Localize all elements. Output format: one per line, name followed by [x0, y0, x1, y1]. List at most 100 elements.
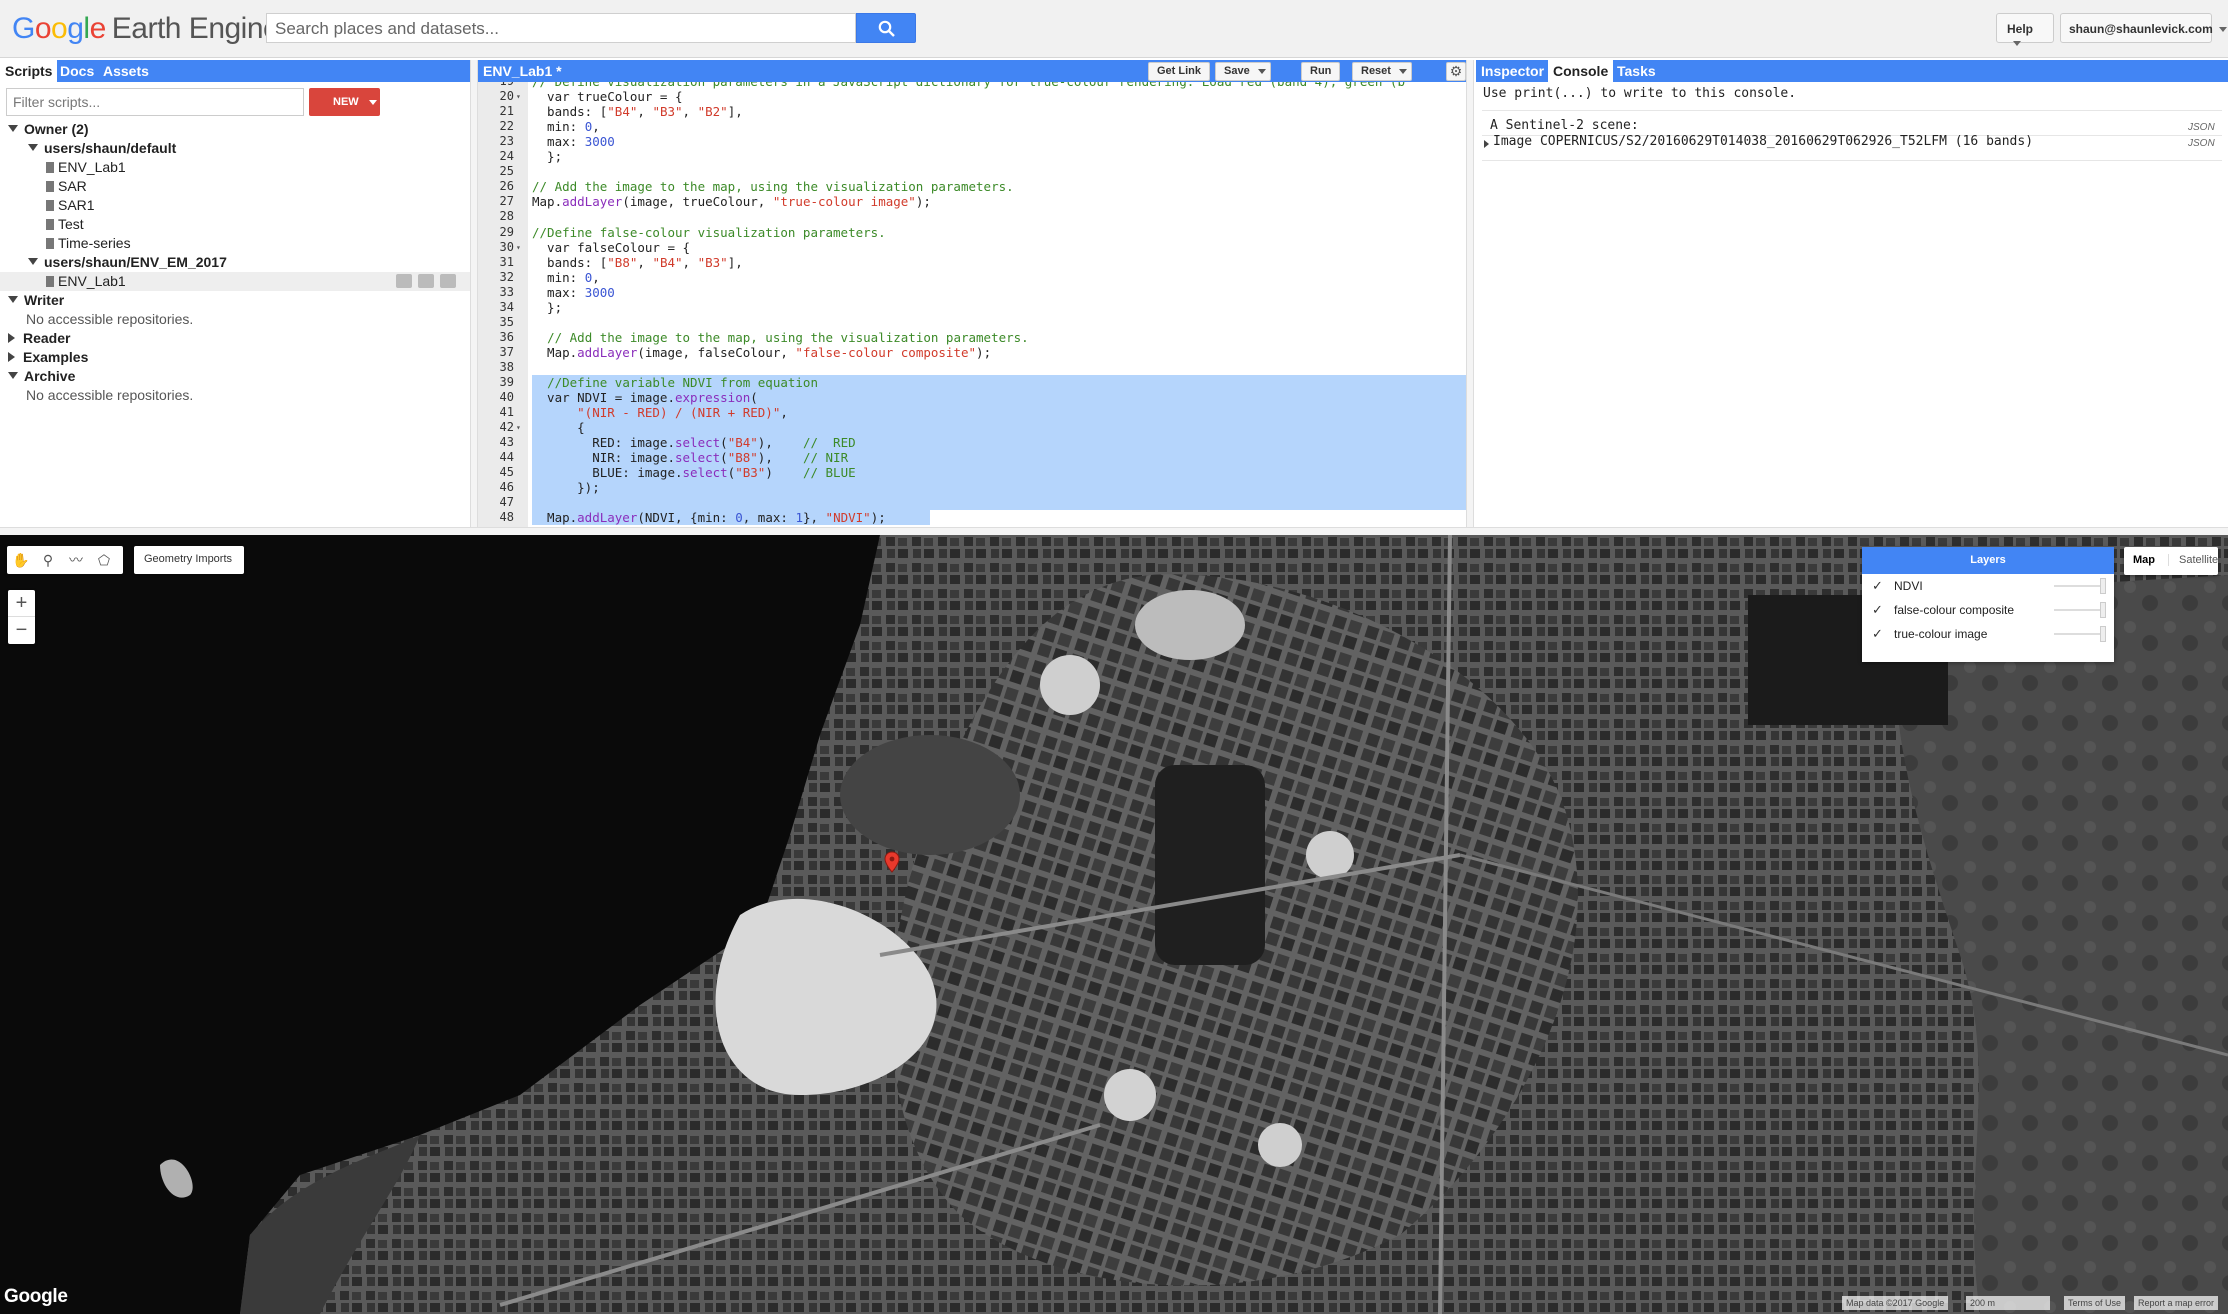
polygon-icon[interactable]: ⬠: [95, 551, 113, 569]
code-line[interactable]: 47: [478, 495, 1466, 511]
code-line[interactable]: 41 "(NIR - RED) / (NIR + RED)",: [478, 405, 1466, 421]
script-file-item[interactable]: ENV_Lab1: [0, 158, 470, 177]
terms-link[interactable]: Terms of Use: [2064, 1296, 2126, 1310]
code-line[interactable]: 34 };: [478, 300, 1466, 315]
script-file-item[interactable]: SAR: [0, 177, 470, 196]
code-line[interactable]: 46 });: [478, 480, 1466, 496]
fold-icon[interactable]: ▾: [516, 240, 521, 255]
code-line[interactable]: 40 var NDVI = image.expression(: [478, 390, 1466, 406]
json-tag[interactable]: JSON: [2188, 138, 2215, 149]
map-type-satellite[interactable]: Satellite: [2168, 554, 2218, 566]
code-line[interactable]: 27 Map.addLayer(image, trueColour, "true-…: [478, 194, 1466, 209]
code-line[interactable]: 20 ▾ var trueColour = {: [478, 89, 1466, 104]
filter-scripts-input[interactable]: Filter scripts...: [6, 88, 304, 116]
panel-splitter-left[interactable]: [470, 60, 478, 527]
code-line[interactable]: 22 min: 0,: [478, 119, 1466, 134]
code-line[interactable]: 48 Map.addLayer(NDVI, {min: 0, max: 1}, …: [478, 510, 1466, 526]
code-line[interactable]: 33 max: 3000: [478, 285, 1466, 300]
code-line[interactable]: 30 ▾ var falseColour = {: [478, 240, 1466, 255]
code-line[interactable]: 42 ▾ {: [478, 420, 1466, 436]
slider-handle[interactable]: [2100, 578, 2106, 594]
tab-docs[interactable]: Docs: [55, 60, 99, 82]
console-entry[interactable]: Image COPERNICUS/S2/20160629T014038_2016…: [1493, 134, 2033, 149]
opacity-slider[interactable]: [2054, 633, 2102, 635]
tab-inspector[interactable]: Inspector: [1476, 60, 1549, 82]
earth-engine-logo[interactable]: Google Earth Engine: [12, 12, 280, 46]
checkbox-checked-icon[interactable]: ✓: [1872, 579, 1886, 593]
search-input[interactable]: Search places and datasets...: [266, 13, 856, 43]
tree-group-item[interactable]: Reader: [0, 329, 470, 348]
expand-right-icon[interactable]: [8, 352, 15, 362]
code-line[interactable]: 23 max: 3000: [478, 134, 1466, 149]
fold-icon[interactable]: ▾: [516, 89, 521, 104]
zoom-in-button[interactable]: +: [8, 590, 35, 617]
code-line[interactable]: 35: [478, 315, 1466, 330]
code-line[interactable]: 21 bands: ["B4", "B3", "B2"],: [478, 104, 1466, 119]
expand-down-icon[interactable]: [8, 125, 18, 132]
code-line[interactable]: 28: [478, 209, 1466, 224]
repo-folder-item[interactable]: users/shaun/default: [0, 139, 470, 158]
code-line[interactable]: 29 //Define false-colour visualization pa…: [478, 225, 1466, 240]
code-line[interactable]: 39 //Define variable NDVI from equation: [478, 375, 1466, 390]
search-button[interactable]: [856, 13, 916, 43]
zoom-out-button[interactable]: −: [8, 617, 35, 644]
script-file-item[interactable]: SAR1: [0, 196, 470, 215]
get-link-button[interactable]: Get Link: [1148, 62, 1211, 81]
map-view[interactable]: ✋ ⚲ 〰 ⬠ Geometry Imports + − Layers ✓ ND…: [0, 535, 2228, 1314]
tab-assets[interactable]: Assets: [98, 60, 154, 82]
line-icon[interactable]: 〰: [67, 551, 85, 569]
map-pin-icon[interactable]: [884, 851, 900, 878]
marker-icon[interactable]: ⚲: [39, 551, 57, 569]
map-splitter[interactable]: [0, 527, 2228, 535]
repo-folder-item[interactable]: users/shaun/ENV_EM_2017: [0, 253, 470, 272]
run-button[interactable]: Run: [1301, 62, 1341, 81]
geometry-imports-button[interactable]: Geometry Imports: [134, 546, 244, 574]
tree-group-item[interactable]: Examples: [0, 348, 470, 367]
map-type-map[interactable]: Map: [2133, 554, 2155, 566]
code-editor[interactable]: 19 // Define visualization parameters in …: [478, 82, 1466, 527]
rename-icon[interactable]: [418, 274, 434, 288]
help-button[interactable]: Help: [1996, 13, 2054, 47]
code-line[interactable]: 25: [478, 164, 1466, 179]
code-line[interactable]: 19 // Define visualization parameters in …: [478, 82, 1466, 89]
tree-group-item[interactable]: Owner (2): [0, 120, 470, 139]
account-button[interactable]: shaun@shaunlevick.com: [2060, 13, 2227, 43]
hand-icon[interactable]: ✋: [12, 551, 30, 569]
code-line[interactable]: 24 };: [478, 149, 1466, 164]
expand-down-icon[interactable]: [8, 296, 18, 303]
code-line[interactable]: 37 Map.addLayer(image, falseColour, "fal…: [478, 345, 1466, 360]
tab-tasks[interactable]: Tasks: [1612, 60, 1661, 82]
expand-arrow-icon[interactable]: [1484, 140, 1489, 148]
json-tag[interactable]: JSON: [2188, 122, 2215, 133]
slider-handle[interactable]: [2100, 602, 2106, 618]
code-line[interactable]: 32 min: 0,: [478, 270, 1466, 285]
code-line[interactable]: 38: [478, 360, 1466, 375]
expand-down-icon[interactable]: [28, 144, 38, 151]
report-map-error-link[interactable]: Report a map error: [2134, 1296, 2219, 1310]
script-file-item[interactable]: Test: [0, 215, 470, 234]
gear-icon[interactable]: ⚙: [1446, 62, 1466, 81]
expand-down-icon[interactable]: [28, 258, 38, 265]
new-button[interactable]: NEW: [309, 88, 380, 116]
opacity-slider[interactable]: [2054, 609, 2102, 611]
tab-scripts[interactable]: Scripts: [0, 60, 58, 82]
fold-icon[interactable]: ▾: [516, 420, 521, 435]
code-line[interactable]: 45 BLUE: image.select("B3") // BLUE: [478, 465, 1466, 481]
panel-splitter-right[interactable]: [1466, 60, 1474, 527]
tab-console[interactable]: Console: [1548, 60, 1614, 82]
script-file-item[interactable]: ENV_Lab1: [0, 272, 470, 291]
code-line[interactable]: 26 // Add the image to the map, using the…: [478, 179, 1466, 194]
code-line[interactable]: 36 // Add the image to the map, using th…: [478, 330, 1466, 345]
expand-right-icon[interactable]: [8, 333, 15, 343]
save-button[interactable]: Save: [1215, 62, 1271, 81]
tree-group-item[interactable]: Archive: [0, 367, 470, 386]
code-line[interactable]: 31 bands: ["B8", "B4", "B3"],: [478, 255, 1466, 270]
code-line[interactable]: 44 NIR: image.select("B8"), // NIR: [478, 450, 1466, 466]
checkbox-checked-icon[interactable]: ✓: [1872, 627, 1886, 641]
history-icon[interactable]: [396, 274, 412, 288]
script-file-item[interactable]: Time-series: [0, 234, 470, 253]
delete-icon[interactable]: [440, 274, 456, 288]
slider-handle[interactable]: [2100, 626, 2106, 642]
opacity-slider[interactable]: [2054, 585, 2102, 587]
checkbox-checked-icon[interactable]: ✓: [1872, 603, 1886, 617]
